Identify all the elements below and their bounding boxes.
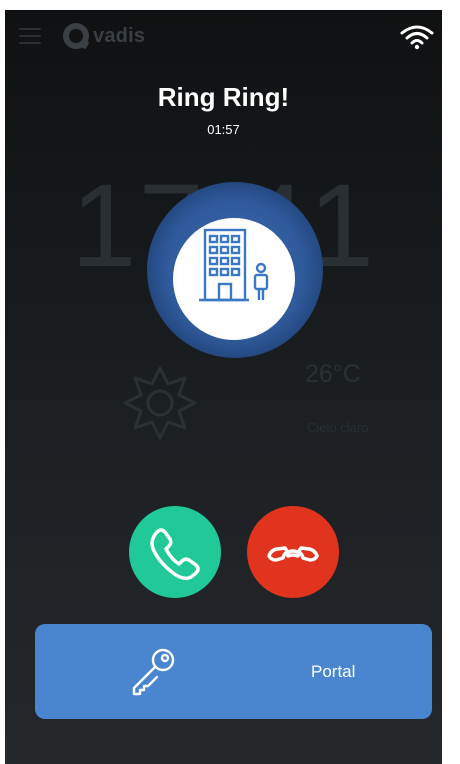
door-label: Portal [311,662,356,681]
hangup-call-button[interactable] [247,506,339,598]
hangup-phone-icon [267,546,319,562]
call-title: Ring Ring! [157,82,290,112]
logo-mark [63,23,89,49]
logo-text: vadis [93,24,146,47]
logo: vadis [63,22,145,50]
answer-call-button[interactable] [129,506,221,598]
building-with-person-icon [199,228,269,302]
intercom-screen: vadis 17:41 26°C Cielo claro Ring Ring! … [5,10,442,764]
hamburger-menu-icon[interactable] [19,28,41,44]
key-icon [132,648,175,696]
open-door-button[interactable]: Portal [35,624,432,719]
temperature: 26°C [305,360,361,388]
weather-description: Cielo claro [307,420,369,435]
call-timer: 01:57 [207,122,240,137]
phone-icon [150,528,200,581]
sun-icon [123,366,197,440]
wifi-icon [400,25,434,50]
top-bar: vadis [5,10,442,62]
